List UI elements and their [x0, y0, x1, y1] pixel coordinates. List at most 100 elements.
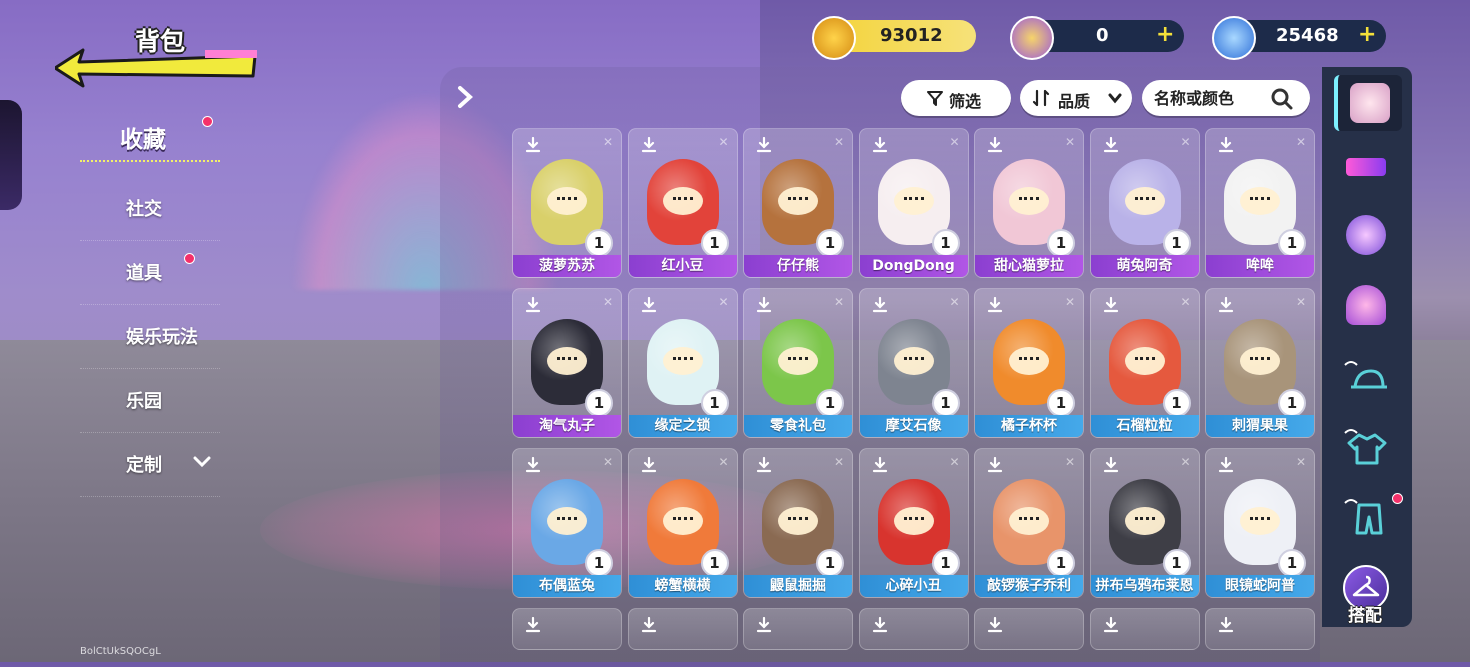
download-icon	[1218, 457, 1234, 473]
rail-tab-hat[interactable]	[1334, 349, 1398, 405]
item-quantity: 1	[1162, 229, 1191, 257]
chevron-down-icon	[193, 456, 211, 468]
item-badge-icon: ✕	[718, 295, 729, 309]
item-badge-icon: ✕	[1180, 295, 1191, 309]
download-icon	[1218, 297, 1234, 313]
download-icon	[756, 617, 772, 633]
rail-tab-character[interactable]	[1334, 75, 1402, 131]
rail-tab-top[interactable]	[1334, 417, 1398, 473]
item-name: 刺猬果果	[1206, 415, 1314, 437]
item-card[interactable]: ✕ 1 菠萝苏苏	[512, 128, 622, 278]
download-icon	[525, 297, 541, 313]
item-name: 敲锣猴子乔利	[975, 575, 1083, 597]
add-diamond-button[interactable]: +	[1358, 24, 1376, 46]
item-quantity: 1	[1047, 549, 1075, 577]
search-input[interactable]	[1152, 86, 1271, 110]
item-card[interactable]: ✕ 1 螃蟹横横	[627, 448, 738, 598]
item-quantity: 1	[816, 389, 844, 417]
item-card[interactable]: ✕ 1 红小豆	[627, 128, 738, 278]
menu-item-2[interactable]: 道具	[80, 241, 220, 305]
item-card[interactable]: ✕ 1 哞哞	[1205, 128, 1315, 278]
menu-item-label: 娱乐玩法	[126, 327, 198, 348]
search-icon[interactable]	[1270, 87, 1294, 111]
item-name: 淘气丸子	[513, 415, 621, 437]
item-card[interactable]: ✕ 1 鼹鼠掘掘	[743, 448, 853, 598]
add-star-button[interactable]: +	[1156, 24, 1174, 46]
rail-tab-effect[interactable]	[1334, 207, 1398, 263]
item-card-partial[interactable]	[1089, 608, 1200, 650]
item-card[interactable]: ✕ 1 敲锣猴子乔利	[974, 448, 1084, 598]
item-card-partial[interactable]	[974, 608, 1084, 650]
item-name: 心碎小丑	[859, 575, 968, 597]
item-quantity: 1	[1162, 389, 1191, 417]
item-name: 鼹鼠掘掘	[744, 575, 852, 597]
menu-item-label: 收藏	[120, 127, 166, 153]
item-card[interactable]: ✕ 1 布偶蓝兔	[512, 448, 622, 598]
expand-panel-icon[interactable]	[452, 84, 478, 110]
item-card-partial[interactable]	[743, 608, 853, 650]
item-card[interactable]: ✕ 1 拼布乌鸦布莱恩	[1089, 448, 1200, 598]
item-badge-icon: ✕	[1180, 455, 1191, 469]
item-card-partial[interactable]	[627, 608, 738, 650]
item-badge-icon: ✕	[1064, 295, 1075, 309]
hat-icon	[1344, 361, 1387, 389]
menu-item-3[interactable]: 娱乐玩法	[80, 305, 220, 369]
sort-icon	[1032, 89, 1050, 107]
gold-coin-icon	[812, 16, 856, 60]
gold-currency: 93012	[812, 16, 976, 60]
menu-item-4[interactable]: 乐园	[80, 369, 220, 433]
item-card[interactable]: ✕ 1 零食礼包	[743, 288, 853, 438]
rail-tab-pants[interactable]	[1334, 487, 1403, 543]
download-icon	[525, 617, 541, 633]
item-card[interactable]: ✕ 1 DongDong	[858, 128, 969, 278]
item-name: 仔仔熊	[744, 255, 852, 277]
menu-item-label: 社交	[126, 199, 162, 220]
notification-dot	[202, 116, 213, 127]
download-icon	[756, 137, 772, 153]
download-icon	[641, 297, 657, 313]
menu-item-1[interactable]: 社交	[80, 177, 220, 241]
item-card-partial[interactable]	[858, 608, 969, 650]
rail-tab-wings[interactable]	[1334, 277, 1398, 333]
item-badge-icon: ✕	[833, 135, 844, 149]
item-card[interactable]: ✕ 1 刺猬果果	[1205, 288, 1315, 438]
left-edge-tab[interactable]	[0, 100, 22, 210]
download-icon	[987, 457, 1003, 473]
item-badge-icon: ✕	[949, 135, 960, 149]
item-badge-icon: ✕	[718, 135, 729, 149]
glasses-icon	[1346, 158, 1386, 176]
item-name: 萌兔阿奇	[1090, 255, 1199, 277]
star-currency: 0 +	[1010, 16, 1184, 60]
item-card[interactable]: ✕ 1 石榴粒粒	[1089, 288, 1200, 438]
download-icon	[525, 137, 541, 153]
download-icon	[1103, 457, 1119, 473]
sparkle-effect-icon	[1346, 215, 1386, 255]
filter-label: 筛选	[949, 92, 982, 111]
item-card[interactable]: ✕ 1 甜心猫萝拉	[974, 128, 1084, 278]
item-name: 菠萝苏苏	[513, 255, 621, 277]
item-card[interactable]: ✕ 1 心碎小丑	[858, 448, 969, 598]
rail-tab-glasses[interactable]	[1334, 139, 1398, 195]
search-box[interactable]	[1142, 80, 1310, 116]
menu-item-label: 道具	[126, 263, 162, 284]
item-card[interactable]: ✕ 1 萌兔阿奇	[1089, 128, 1200, 278]
star-coin-icon	[1010, 16, 1054, 60]
item-card[interactable]: ✕ 1 仔仔熊	[743, 128, 853, 278]
item-card[interactable]: ✕ 1 摩艾石像	[858, 288, 969, 438]
item-card-partial[interactable]	[512, 608, 622, 650]
menu-item-5[interactable]: 定制	[80, 433, 220, 497]
item-card[interactable]: ✕ 1 橘子杯杯	[974, 288, 1084, 438]
filter-button[interactable]: 筛选	[901, 80, 1011, 116]
sort-quality-dropdown[interactable]: 品质	[1020, 80, 1132, 116]
menu-item-0[interactable]: 收藏	[80, 112, 220, 162]
item-card-partial[interactable]	[1205, 608, 1315, 650]
item-card[interactable]: ✕ 1 淘气丸子	[512, 288, 622, 438]
outfit-button[interactable]: 搭配	[1334, 565, 1396, 627]
download-icon	[756, 457, 772, 473]
item-card[interactable]: ✕ 1 缘定之锁	[627, 288, 738, 438]
item-card[interactable]: ✕ 1 眼镜蛇阿普	[1205, 448, 1315, 598]
item-name: 哞哞	[1206, 255, 1314, 277]
item-name: 摩艾石像	[859, 415, 968, 437]
chevron-down-icon	[1108, 93, 1122, 104]
item-name: 甜心猫萝拉	[975, 255, 1083, 277]
